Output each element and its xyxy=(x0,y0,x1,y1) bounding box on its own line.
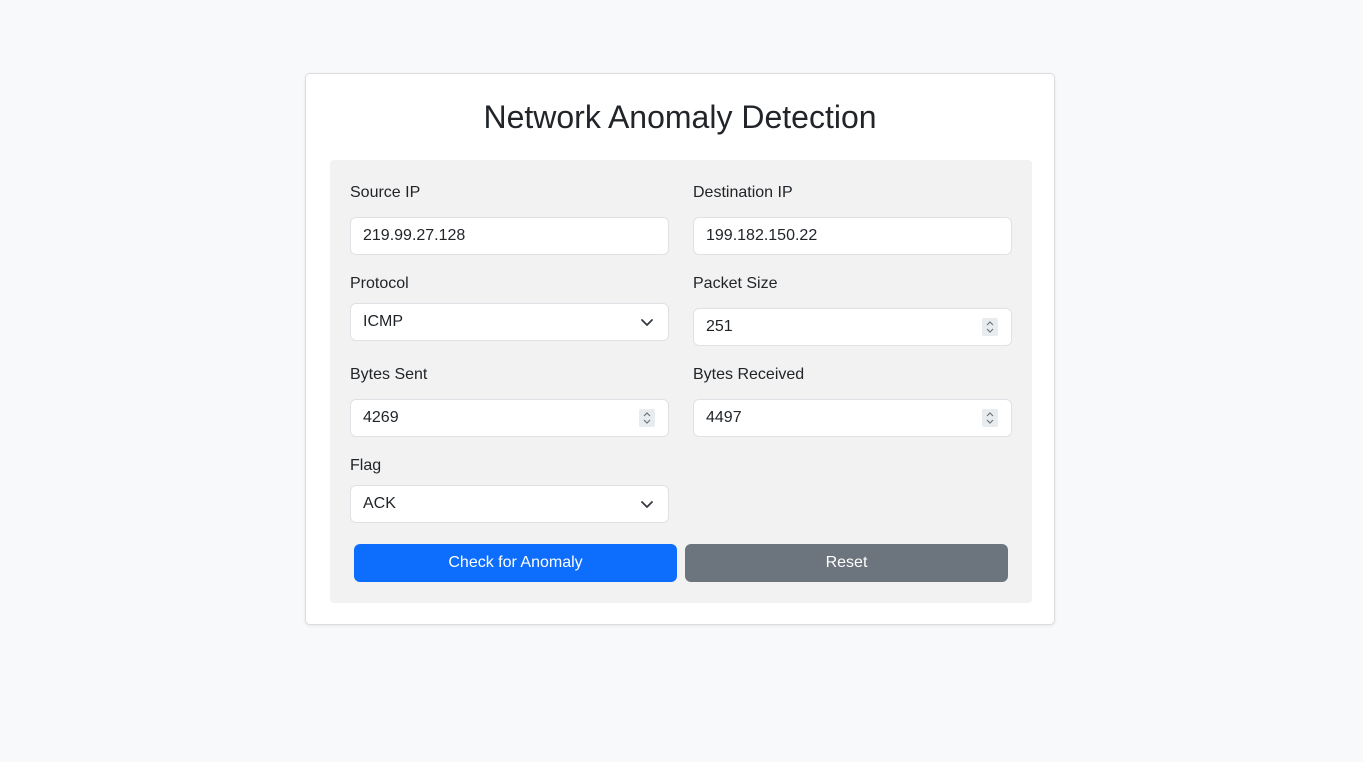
packet-size-input[interactable]: 251 xyxy=(693,308,1012,346)
packet-size-value: 251 xyxy=(706,318,733,335)
protocol-label: Protocol xyxy=(350,275,409,292)
spinner-arrows-icon[interactable] xyxy=(982,409,998,427)
flag-label: Flag xyxy=(350,457,382,474)
packet-size-label: Packet Size xyxy=(693,275,778,292)
bytes-sent-label: Bytes Sent xyxy=(350,366,428,383)
protocol-value: ICMP xyxy=(363,313,403,330)
reset-button[interactable]: Reset xyxy=(685,544,1008,582)
flag-value: ACK xyxy=(363,495,396,512)
spinner-arrows-icon[interactable] xyxy=(639,409,655,427)
destination-ip-value: 199.182.150.22 xyxy=(706,227,818,244)
destination-ip-label: Destination IP xyxy=(693,184,793,201)
chevron-down-icon xyxy=(641,319,653,326)
source-ip-input[interactable]: 219.99.27.128 xyxy=(350,217,669,255)
chevron-down-icon xyxy=(641,501,653,508)
protocol-select[interactable]: ICMP xyxy=(350,303,669,341)
source-ip-value: 219.99.27.128 xyxy=(363,227,466,244)
bytes-received-label: Bytes Received xyxy=(693,366,805,383)
flag-select[interactable]: ACK xyxy=(350,485,669,523)
source-ip-label: Source IP xyxy=(350,184,421,201)
bytes-received-input[interactable]: 4497 xyxy=(693,399,1012,437)
bytes-received-value: 4497 xyxy=(706,409,742,426)
check-for-anomaly-button[interactable]: Check for Anomaly xyxy=(354,544,677,582)
bytes-sent-input[interactable]: 4269 xyxy=(350,399,669,437)
page-title: Network Anomaly Detection xyxy=(483,99,877,135)
spinner-arrows-icon[interactable] xyxy=(982,318,998,336)
form-panel: Source IP 219.99.27.128 Destination IP 1… xyxy=(330,160,1032,603)
bytes-sent-value: 4269 xyxy=(363,409,399,426)
anomaly-form-card: Network Anomaly Detection Source IP 219.… xyxy=(305,73,1055,625)
destination-ip-input[interactable]: 199.182.150.22 xyxy=(693,217,1012,255)
